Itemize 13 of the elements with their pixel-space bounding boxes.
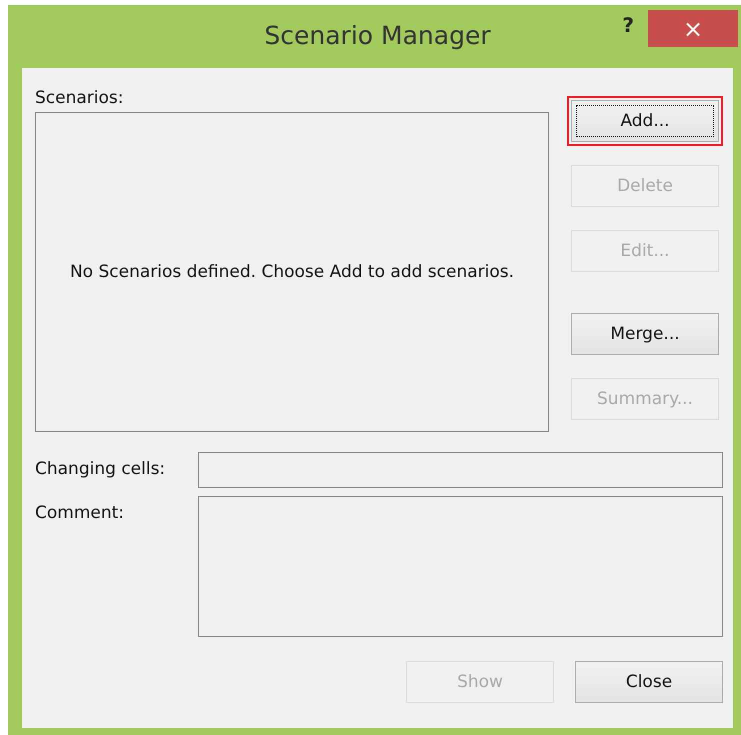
scenarios-list[interactable]: No Scenarios defined. Choose Add to add scenarios. — [35, 112, 549, 432]
window-title: Scenario Manager — [264, 21, 491, 50]
scenarios-label: Scenarios: — [35, 88, 124, 108]
dialog-button[interactable]: Merge... — [571, 313, 719, 355]
dialog-button[interactable]: Add... — [567, 96, 723, 146]
dialog-button[interactable]: Close — [575, 661, 723, 703]
changing-cells-label: Changing cells: — [35, 458, 166, 479]
close-button[interactable]: × — [648, 10, 738, 47]
comment-label: Comment: — [35, 502, 126, 523]
changing-cells-field[interactable] — [198, 452, 723, 488]
empty-message: No Scenarios defined. Choose Add to add scenarios. — [70, 262, 514, 282]
comment-field[interactable] — [198, 496, 723, 637]
help-button[interactable]: ? — [618, 13, 638, 37]
